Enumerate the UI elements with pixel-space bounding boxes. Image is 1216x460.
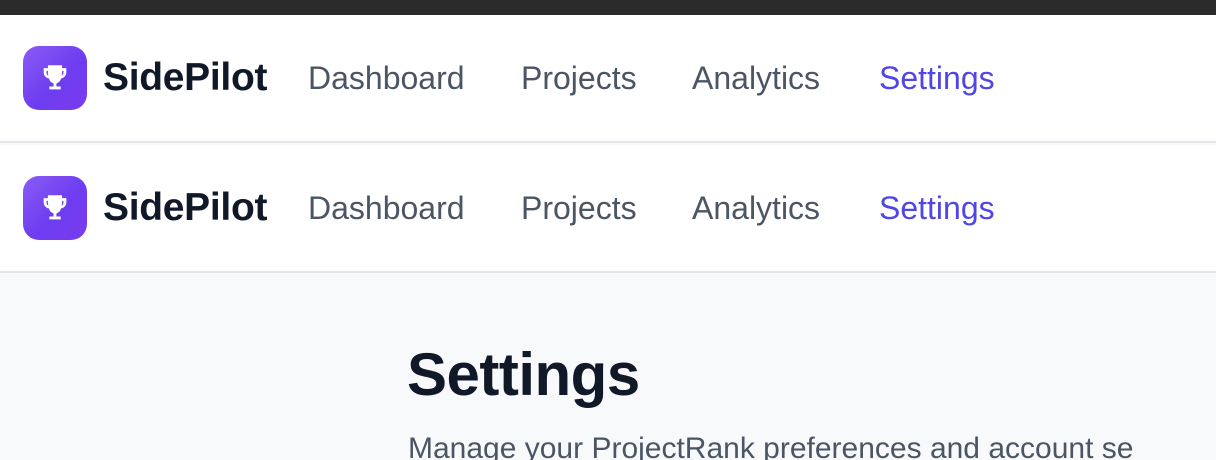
window-top-bar xyxy=(0,0,1216,15)
nav-link-dashboard[interactable]: Dashboard xyxy=(308,55,465,101)
nav-link-dashboard[interactable]: Dashboard xyxy=(308,185,465,231)
page-subtitle: Manage your ProjectRank preferences and … xyxy=(408,432,1134,460)
nav-link-analytics[interactable]: Analytics xyxy=(692,185,820,231)
nav-link-projects[interactable]: Projects xyxy=(521,185,637,231)
brand-name[interactable]: SidePilot xyxy=(103,183,267,233)
nav-link-settings[interactable]: Settings xyxy=(879,55,995,101)
trophy-icon xyxy=(43,65,67,90)
settings-main: Settings Manage your ProjectRank prefere… xyxy=(0,273,1216,460)
app-logo[interactable] xyxy=(23,176,87,240)
top-navbar: SidePilot Dashboard Projects Analytics S… xyxy=(0,15,1216,143)
nav-link-analytics[interactable]: Analytics xyxy=(692,55,820,101)
page-title: Settings xyxy=(407,341,640,408)
trophy-icon xyxy=(43,195,67,220)
nav-link-projects[interactable]: Projects xyxy=(521,55,637,101)
app-logo[interactable] xyxy=(23,46,87,110)
nav-link-settings[interactable]: Settings xyxy=(879,185,995,231)
brand-name[interactable]: SidePilot xyxy=(103,53,267,103)
top-navbar: SidePilot Dashboard Projects Analytics S… xyxy=(0,145,1216,273)
